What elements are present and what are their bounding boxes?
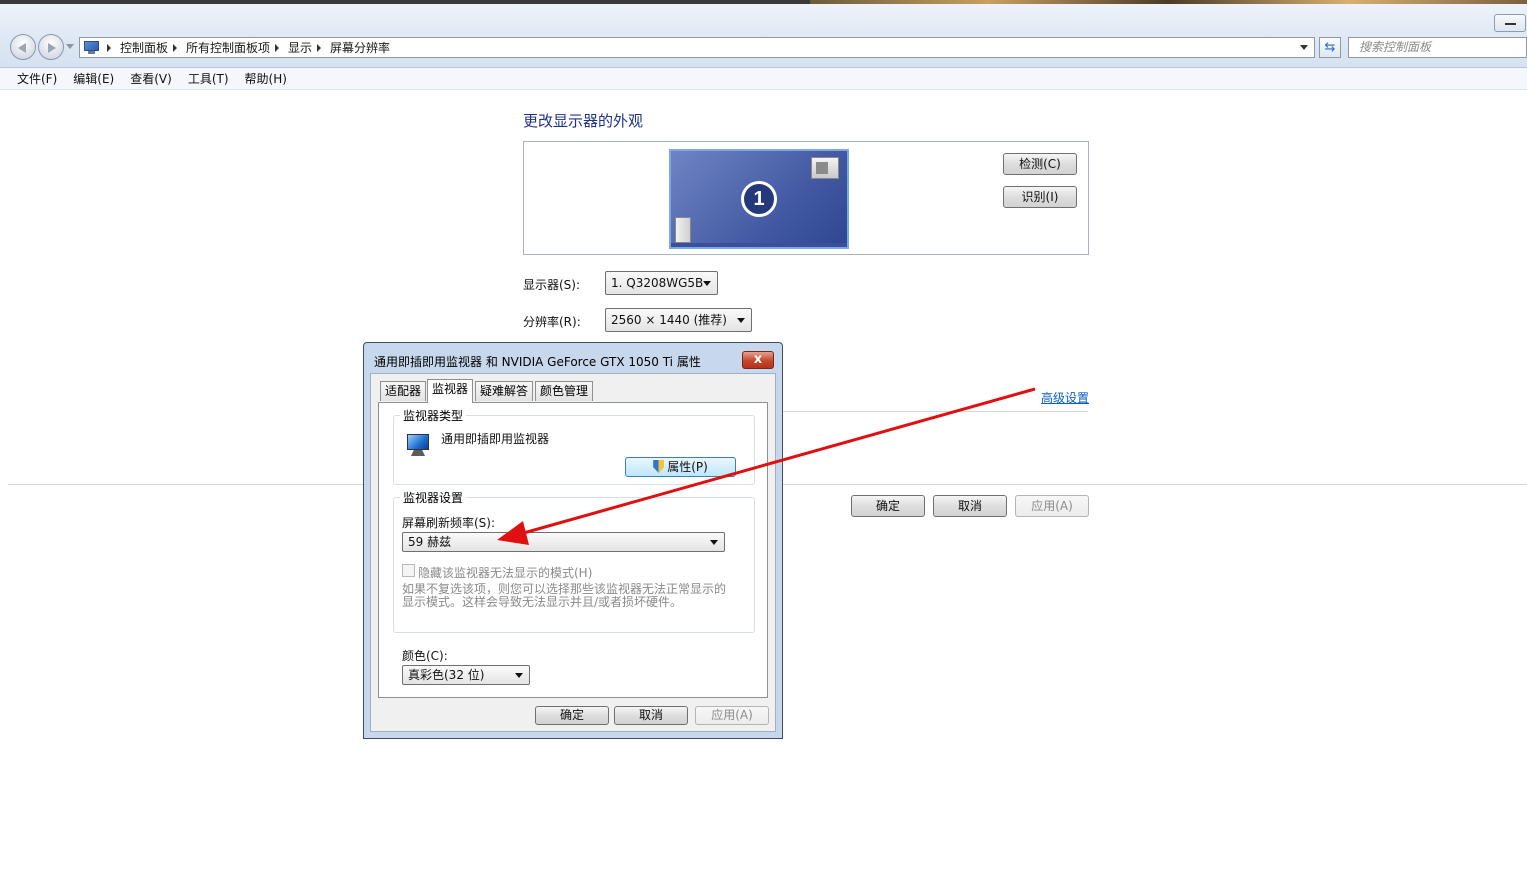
display-label: 显示器(S): <box>523 278 581 292</box>
dialog-body: 适配器 监视器 疑难解答 颜色管理 监视器类型 通用即插即用监视器 属性(P) … <box>370 373 776 732</box>
breadcrumb-separator-icon[interactable] <box>173 43 178 52</box>
chevron-down-icon <box>737 318 745 323</box>
resolution-select[interactable]: 2560 × 1440 (推荐) <box>605 308 752 332</box>
breadcrumb-separator-icon[interactable] <box>317 43 322 52</box>
tab-monitor[interactable]: 监视器 <box>427 379 474 403</box>
color-label: 颜色(C): <box>402 649 448 663</box>
refresh-rate-select[interactable]: 59 赫兹 <box>402 532 725 552</box>
forward-arrow-icon <box>48 43 56 53</box>
minimize-button[interactable] <box>1494 14 1526 32</box>
divider <box>775 411 1088 412</box>
color-depth-value: 真彩色(32 位) <box>408 668 485 682</box>
tab-adapter[interactable]: 适配器 <box>380 381 427 401</box>
ok-button[interactable]: 确定 <box>851 495 925 517</box>
dialog-ok-button[interactable]: 确定 <box>535 706 609 725</box>
monitor-thumbnail[interactable]: 1 <box>669 149 849 249</box>
monitor-settings-group: 监视器设置 屏幕刷新频率(S): 59 赫兹 隐藏该监视器无法显示的模式(H) … <box>393 489 755 633</box>
recent-pages-chevron-icon[interactable] <box>66 44 74 49</box>
taskbar-thumbnail-icon <box>675 217 691 243</box>
menu-view[interactable]: 查看(V) <box>130 70 172 87</box>
address-dropdown-icon[interactable] <box>1300 45 1308 50</box>
detect-button[interactable]: 检测(C) <box>1003 153 1077 175</box>
menu-file[interactable]: 文件(F) <box>17 70 57 87</box>
menu-tools[interactable]: 工具(T) <box>188 70 229 87</box>
close-icon: x <box>753 352 763 367</box>
monitor-properties-button[interactable]: 属性(P) <box>625 457 736 477</box>
address-bar[interactable]: 控制面板 所有控制面板项 显示 屏幕分辨率 <box>79 37 1315 58</box>
search-input[interactable]: 搜索控制面板 <box>1348 37 1527 58</box>
breadcrumb-item[interactable]: 屏幕分辨率 <box>330 39 390 56</box>
breadcrumb-item[interactable]: 显示 <box>288 39 312 56</box>
monitor-tab-pane: 监视器类型 通用即插即用监视器 属性(P) 监视器设置 屏幕刷新频率(S): 5… <box>378 402 768 698</box>
menu-bar: 文件(F) 编辑(E) 查看(V) 工具(T) 帮助(H) <box>0 68 1527 90</box>
resolution-label: 分辨率(R): <box>523 315 581 329</box>
minimize-icon <box>1505 23 1516 25</box>
menu-help[interactable]: 帮助(H) <box>245 70 287 87</box>
monitor-icon <box>405 434 431 458</box>
hide-modes-description: 显示模式。这样会导致无法显示并且/或者损坏硬件。 <box>402 595 683 609</box>
resolution-select-value: 2560 × 1440 (推荐) <box>611 313 727 327</box>
forward-button[interactable] <box>38 34 64 60</box>
chevron-down-icon <box>703 281 711 286</box>
refresh-rate-label: 屏幕刷新频率(S): <box>402 516 496 530</box>
breadcrumb-item[interactable]: 所有控制面板项 <box>186 39 270 56</box>
monitor-rim <box>671 243 847 247</box>
page-title: 更改显示器的外观 <box>523 112 644 130</box>
breadcrumb-separator-icon[interactable] <box>275 43 280 52</box>
back-arrow-icon <box>18 43 26 53</box>
back-button[interactable] <box>10 34 36 60</box>
refresh-icon: ⇆ <box>1324 40 1336 55</box>
control-panel-icon <box>84 41 99 54</box>
dialog-cancel-button[interactable]: 取消 <box>614 706 688 725</box>
monitor-type-value: 通用即插即用监视器 <box>441 432 550 446</box>
monitor-properties-label: 属性(P) <box>667 460 708 474</box>
display-select-value: 1. Q3208WG5B <box>611 276 704 290</box>
identify-button[interactable]: 识别(I) <box>1003 186 1077 208</box>
group-title: 监视器设置 <box>400 489 467 506</box>
dialog-title: 通用即插即用监视器 和 NVIDIA GeForce GTX 1050 Ti 属… <box>374 355 701 369</box>
hide-modes-label: 隐藏该监视器无法显示的模式(H) <box>418 566 593 580</box>
chevron-down-icon <box>515 673 523 678</box>
tab-troubleshoot[interactable]: 疑难解答 <box>475 381 534 401</box>
cancel-button[interactable]: 取消 <box>933 495 1007 517</box>
display-select[interactable]: 1. Q3208WG5B <box>605 271 718 295</box>
advanced-settings-link[interactable]: 高级设置 <box>1041 389 1089 406</box>
tab-color-management[interactable]: 颜色管理 <box>535 381 594 401</box>
hide-modes-checkbox <box>402 564 415 577</box>
menu-edit[interactable]: 编辑(E) <box>73 70 114 87</box>
monitor-number-badge: 1 <box>741 181 777 217</box>
window-chrome <box>0 4 1527 68</box>
breadcrumb-item[interactable]: 控制面板 <box>120 39 168 56</box>
group-title: 监视器类型 <box>400 407 467 424</box>
monitor-type-group: 监视器类型 通用即插即用监视器 属性(P) <box>393 407 755 485</box>
apply-button: 应用(A) <box>1015 495 1089 517</box>
window-thumbnail-icon <box>811 157 839 179</box>
dialog-apply-button: 应用(A) <box>695 706 769 725</box>
monitor-properties-dialog: 通用即插即用监视器 和 NVIDIA GeForce GTX 1050 Ti 属… <box>363 342 783 739</box>
refresh-button[interactable]: ⇆ <box>1319 37 1341 58</box>
dialog-close-button[interactable]: x <box>742 351 774 369</box>
uac-shield-icon <box>653 460 665 473</box>
refresh-rate-value: 59 赫兹 <box>408 535 452 549</box>
breadcrumb: 控制面板 所有控制面板项 显示 屏幕分辨率 <box>107 39 390 56</box>
breadcrumb-separator-icon[interactable] <box>107 43 111 52</box>
color-depth-select[interactable]: 真彩色(32 位) <box>402 665 530 685</box>
chevron-down-icon <box>710 540 718 545</box>
